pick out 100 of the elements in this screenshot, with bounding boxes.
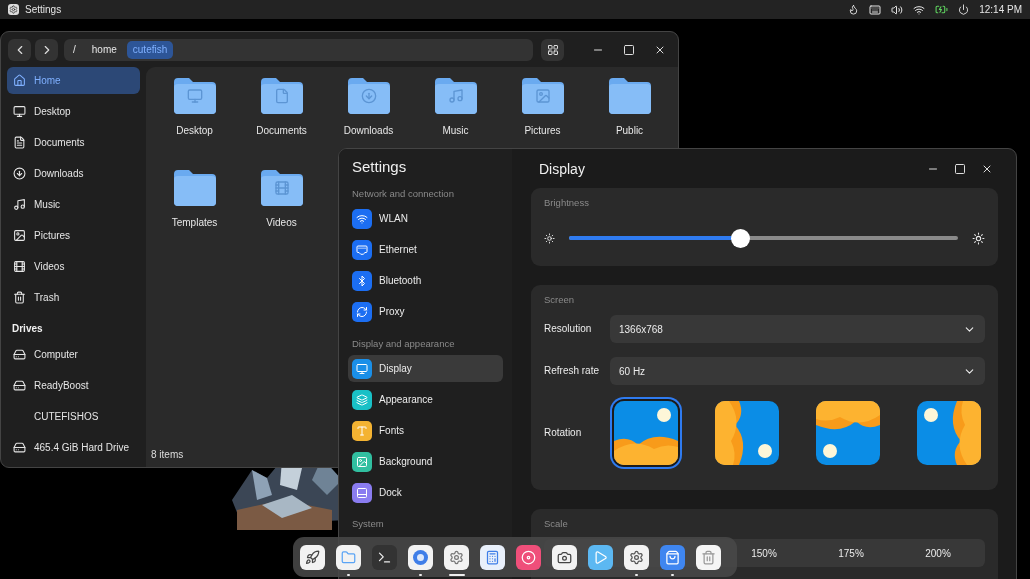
wifi-icon[interactable] [913,3,926,16]
scale-option[interactable]: 175% [825,539,877,567]
forward-button[interactable] [35,38,58,61]
card-heading: Screen [544,293,576,307]
home-icon [13,74,26,87]
rocket-icon[interactable] [300,544,325,570]
setting-label: Resolution [544,322,593,336]
folder-name[interactable]: Documents [256,125,307,136]
folder-name[interactable]: Pictures [524,125,561,136]
calculator-icon[interactable] [480,544,505,570]
gear-icon[interactable] [624,544,649,570]
card-heading: Scale [544,517,569,531]
settings-nav-item[interactable]: Proxy [348,298,503,325]
section-heading: System [351,517,385,531]
settings-nav-item[interactable]: Background [348,448,503,475]
settings-nav-item[interactable]: Fonts [348,417,503,444]
sidebar-item[interactable]: ReadyBoost [7,372,140,399]
scale-option[interactable]: 150% [738,539,790,567]
drive-icon [13,379,26,392]
music-note-icon [13,198,26,211]
sidebar-item[interactable]: Computer [7,341,140,368]
settings-title: Settings [351,157,408,177]
power-icon[interactable] [958,4,970,15]
trash-icon[interactable] [696,544,721,570]
dropdown[interactable]: 1366x768 [610,315,985,343]
folder-name[interactable]: Public [615,125,644,136]
sidebar-item[interactable]: Documents [7,129,140,156]
setting-label: Refresh rate [544,364,601,378]
sidebar-item[interactable]: Pictures [7,222,140,249]
bluetooth-icon [352,270,372,291]
settings-nav-item[interactable]: Appearance [348,386,503,413]
sidebar-item[interactable]: 465.4 GiB Hard Drive [7,434,140,461]
sidebar-item[interactable]: Videos [7,253,140,280]
image-icon [352,451,372,472]
grid-icon [546,43,559,56]
folder-icon[interactable] [608,78,651,114]
section-heading: Display and appearance [351,337,456,351]
volume-icon[interactable] [891,3,904,16]
keyboard-icon[interactable] [869,3,882,16]
flame-icon[interactable] [848,4,860,15]
back-button[interactable] [8,38,31,61]
letter-icon [352,420,372,441]
folder-icon[interactable] [521,78,564,114]
sidebar-item[interactable]: Trash [7,284,140,311]
settings-nav-item[interactable]: Bluetooth [348,267,503,294]
sidebar-item[interactable]: Downloads [7,160,140,187]
drives-heading: Drives [11,321,44,336]
play-icon[interactable] [588,544,613,570]
folder-name[interactable]: Templates [171,217,218,228]
path-bar[interactable]: / home cutefish [64,38,533,61]
app-title: Settings [25,4,62,15]
ethernet-icon [352,239,372,260]
rotation-option[interactable] [715,401,779,465]
folder-name[interactable]: Music [442,125,469,136]
battery-icon[interactable] [935,3,949,16]
clock: 12:14 PM [979,4,1022,15]
folder-name[interactable]: Videos [266,217,297,228]
drive-icon [13,348,26,361]
monitor-icon [13,105,26,118]
brightness-slider[interactable] [569,228,958,248]
settings-icon[interactable] [8,4,19,15]
sidebar-item[interactable]: Home [7,67,140,94]
rotation-option[interactable] [917,401,981,465]
trash-icon [13,291,26,304]
grid-view-button[interactable] [541,38,564,61]
sidebar-item[interactable]: Music [7,191,140,218]
drive-icon [13,441,26,454]
dropdown[interactable]: 60 Hz [610,357,985,385]
settings-nav-item[interactable]: Dock [348,479,503,506]
sidebar-item[interactable]: Desktop [7,98,140,125]
browser-icon[interactable] [408,544,433,570]
folder-icon[interactable] [173,170,216,206]
download-icon [13,167,26,180]
layers-icon [352,389,372,410]
path-crumb[interactable]: home [85,40,123,59]
setting-label: Rotation [544,426,583,440]
settings-nav-item[interactable]: Display [348,355,503,382]
folder-name[interactable]: Desktop [176,125,213,136]
folder-icon[interactable] [347,78,390,114]
terminal-icon[interactable] [372,544,397,570]
folder-icon[interactable] [260,170,303,206]
page-title: Display [538,160,586,177]
dock-icon [352,482,372,503]
folder-icon[interactable] [173,78,216,114]
camera-icon[interactable] [552,544,577,570]
folder-icon[interactable] [336,544,361,570]
bright-sun-icon [972,231,985,245]
folder-icon[interactable] [434,78,477,114]
item-count: 8 items [151,449,184,462]
folder-icon[interactable] [260,78,303,114]
settings-nav-item[interactable]: WLAN [348,205,503,232]
settings-nav-item[interactable]: Ethernet [348,236,503,263]
folder-name[interactable]: Downloads [343,125,394,136]
dim-sun-icon [544,232,555,244]
slider-thumb[interactable] [731,228,751,248]
sidebar-item[interactable]: CUTEFISHOS [7,403,140,430]
path-crumb[interactable]: / [67,40,82,59]
scale-option[interactable]: 200% [912,539,964,567]
shopping-bag-icon[interactable] [660,544,685,570]
rotation-option[interactable] [816,401,880,465]
